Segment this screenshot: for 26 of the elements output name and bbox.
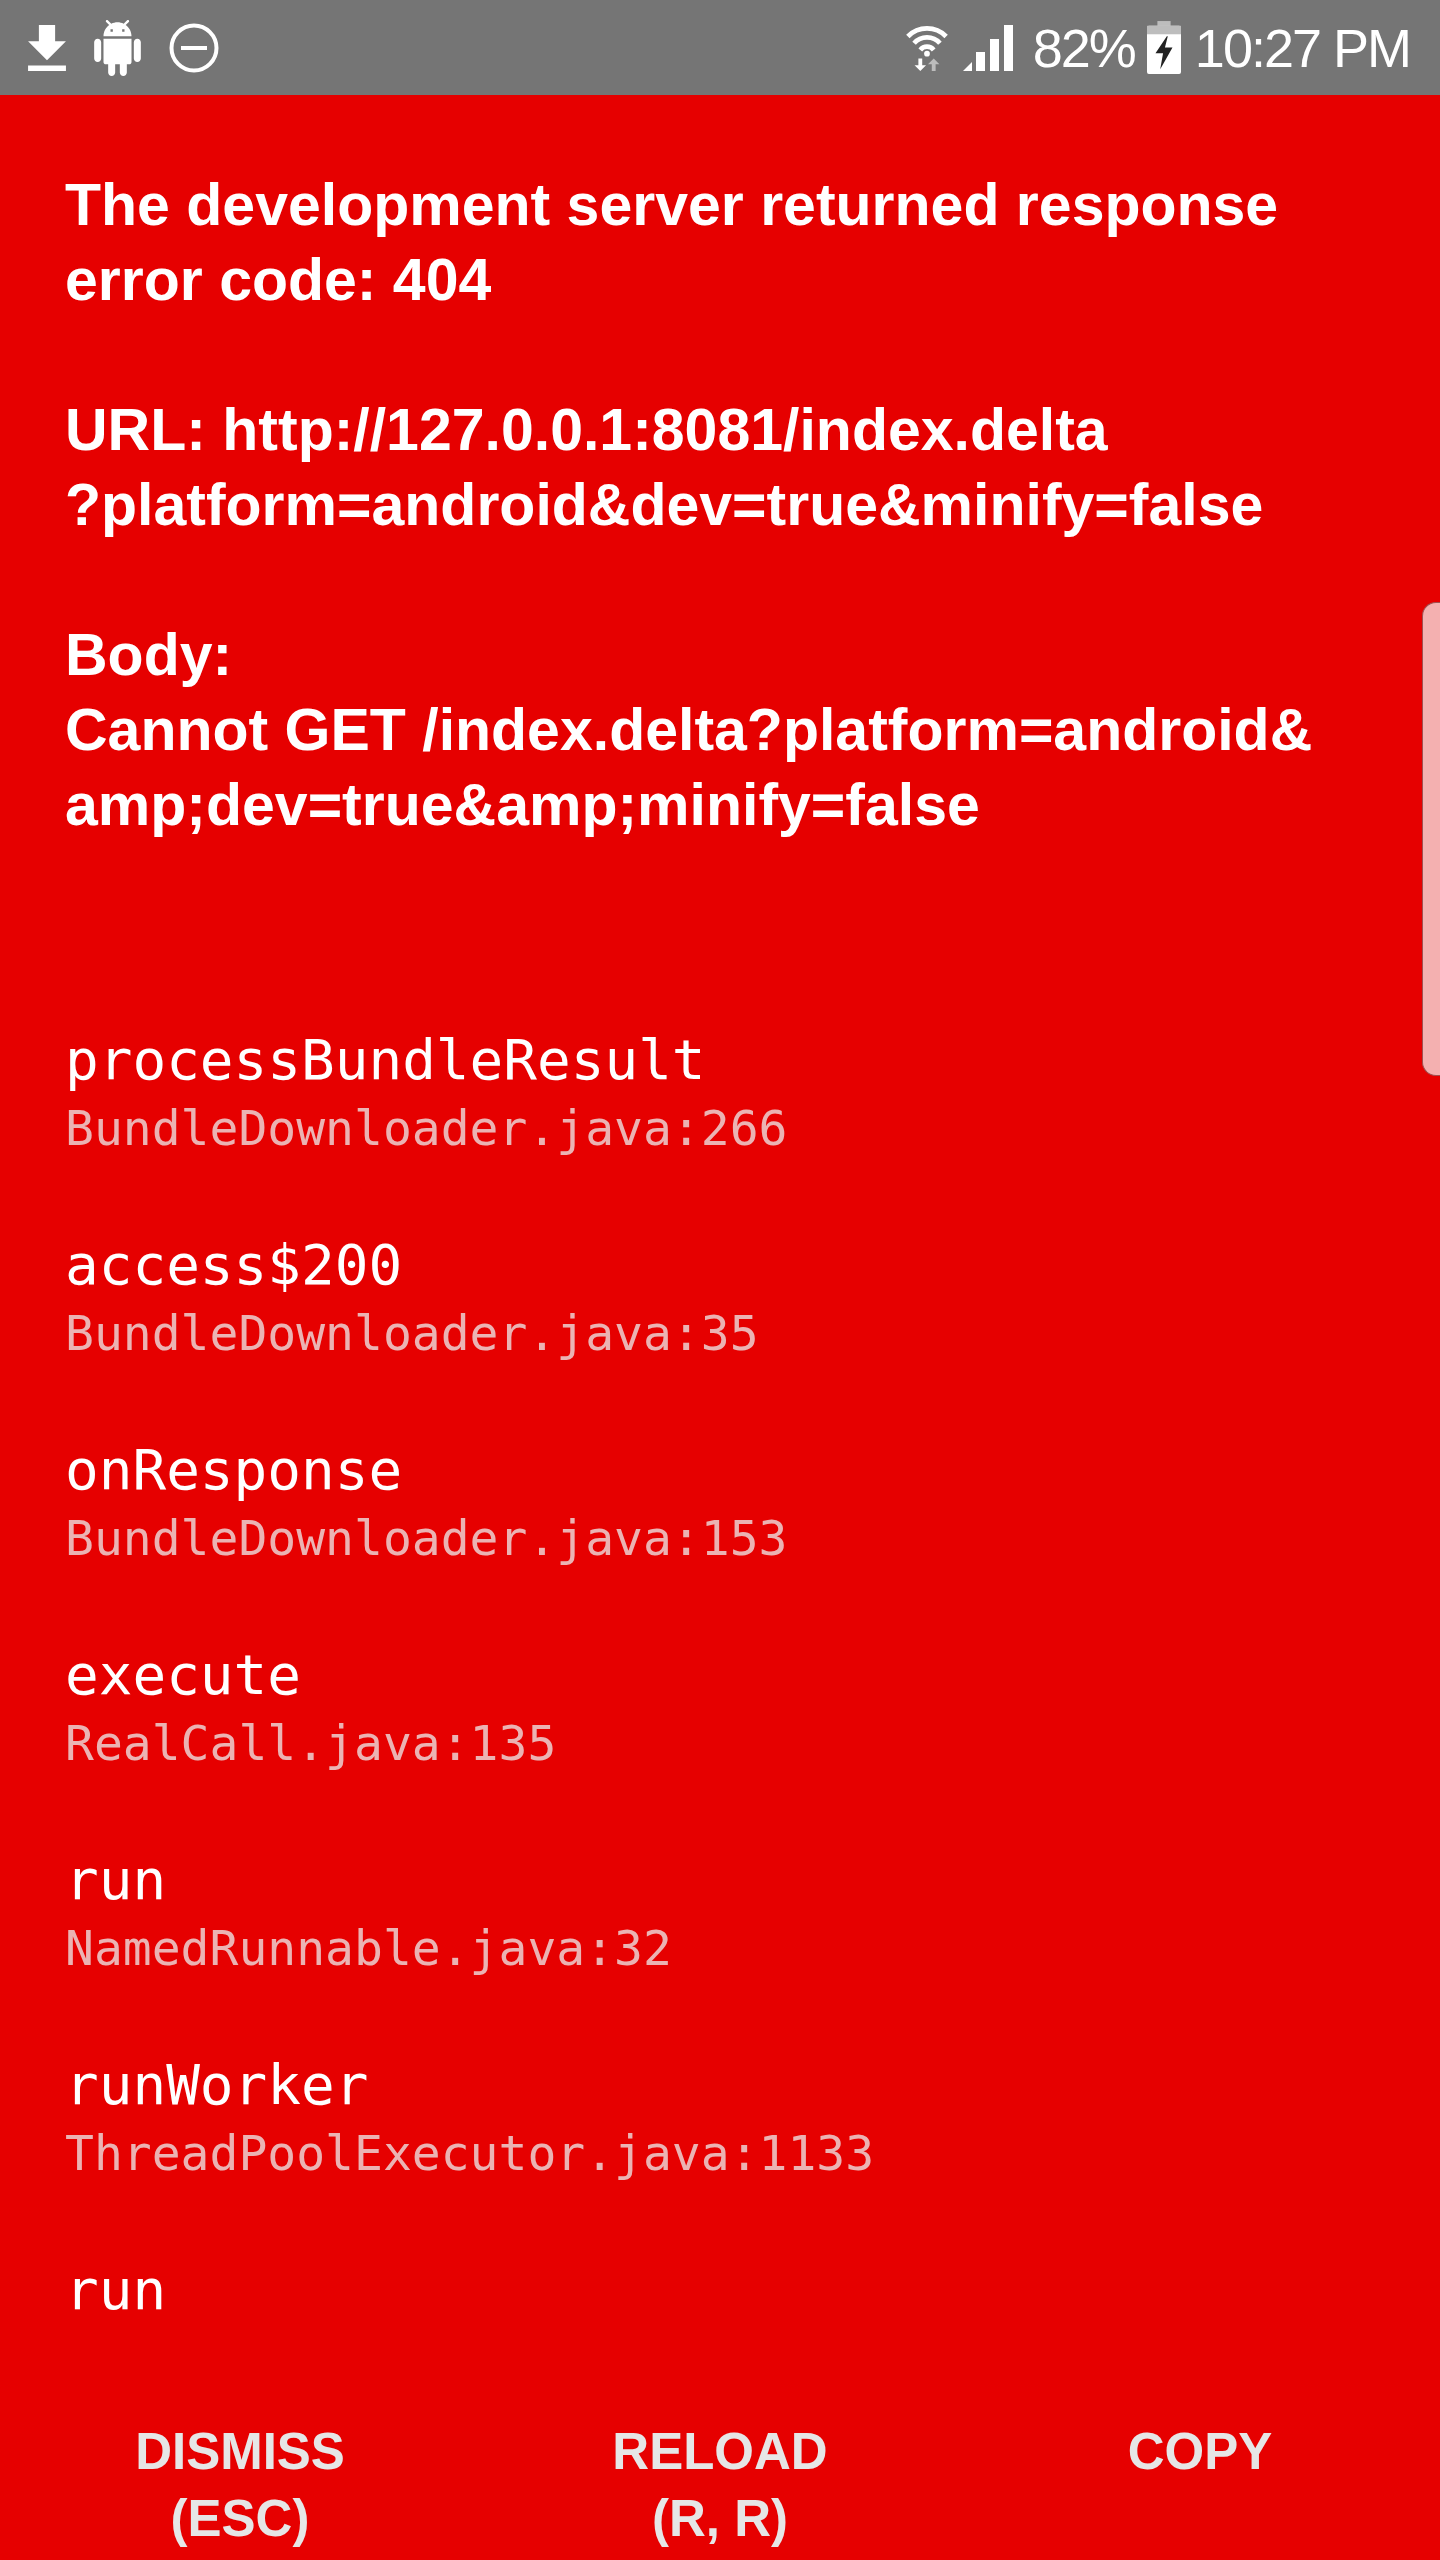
battery-percentage: 82% <box>1032 20 1135 75</box>
do-not-disturb-icon <box>169 22 219 73</box>
action-button[interactable]: COPY <box>960 2350 1440 2560</box>
stack-frame-method: access$200 <box>65 1231 403 1299</box>
stack-frame-location: RealCall.java:135 <box>65 1714 557 1773</box>
error-message: URL: http://127.0.0.1:8081/index.delta ?platform=android&dev=true&minify=false <box>65 396 1265 540</box>
robot-icon <box>94 19 141 76</box>
stack-frame-location: NamedRunnable.java:32 <box>65 1919 672 1978</box>
error-message: Body: Cannot GET /index.delta?platform=android& amp;dev=true&amp;minify=false <box>65 621 1314 840</box>
stack-frame-method: runWorker <box>65 2051 369 2119</box>
wifi-icon <box>904 23 949 72</box>
stack-frame-location: ThreadPoolExecutor.java:1133 <box>65 2124 875 2183</box>
stack-frame-location: BundleDownloader.java:35 <box>65 1304 759 1363</box>
signal-icon <box>962 24 1013 71</box>
stack-frame-method: onResponse <box>65 1436 403 1504</box>
stack-frame-method: run <box>65 1846 167 1914</box>
stack-frame-location: BundleDownloader.java:153 <box>65 1509 788 1568</box>
action-button[interactable]: RELOAD (R, R) <box>480 2350 960 2560</box>
stack-frame-method: processBundleResult <box>65 1026 706 1094</box>
stack-frame-location: BundleDownloader.java:266 <box>65 1099 788 1158</box>
stack-frame-method: run <box>65 2256 167 2324</box>
error-message: The development server returned response error code: 404 <box>65 171 1280 315</box>
stack-frame-method: execute <box>65 1641 301 1709</box>
download-icon <box>28 24 66 71</box>
clock-time: 10:27 PM <box>1194 20 1410 75</box>
action-button[interactable]: DISMISS (ESC) <box>0 2350 480 2560</box>
